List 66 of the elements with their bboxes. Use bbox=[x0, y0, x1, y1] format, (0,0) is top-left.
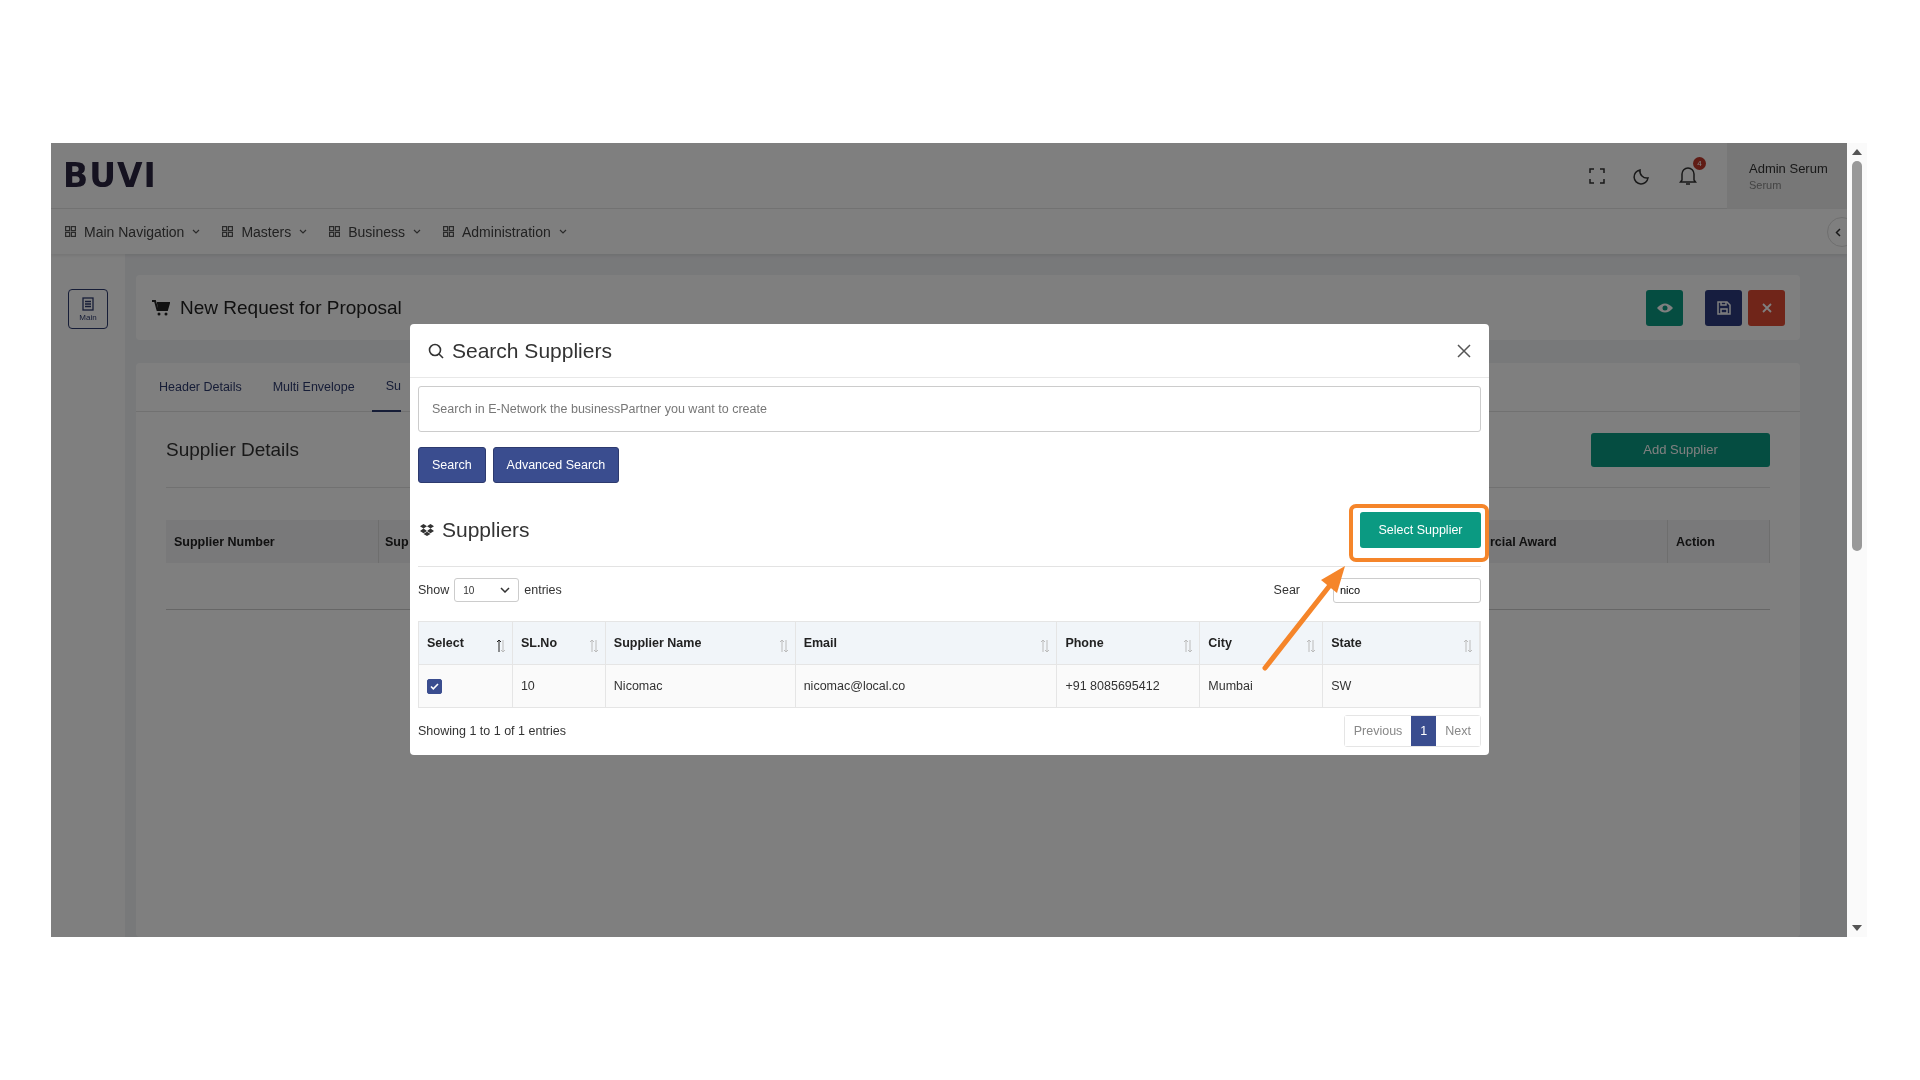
search-button[interactable]: Advanced Search bbox=[492, 447, 620, 483]
entries-info: Showing 1 to 1 of 1 entries bbox=[418, 724, 566, 738]
moon-icon[interactable] bbox=[1633, 166, 1651, 185]
scroll-up-icon[interactable] bbox=[1852, 149, 1862, 155]
chevron-down-icon bbox=[413, 229, 421, 234]
grid-icon bbox=[443, 226, 454, 237]
dropbox-icon bbox=[420, 523, 434, 536]
search-button[interactable]: Search bbox=[418, 447, 486, 483]
show-label: Show bbox=[418, 583, 450, 597]
suppliers-heading: Suppliers bbox=[442, 517, 530, 542]
close-button[interactable] bbox=[1748, 289, 1785, 326]
chevron-down-icon bbox=[192, 229, 201, 234]
search-field[interactable]: Search in E-Network the businessPartner you want to create bbox=[418, 386, 1481, 432]
main-button[interactable]: Main bbox=[68, 289, 108, 329]
table-cell: 10 bbox=[512, 665, 606, 707]
fullscreen-icon[interactable] bbox=[1589, 167, 1605, 184]
section-title: Supplier Details bbox=[166, 438, 300, 461]
bell-icon[interactable] bbox=[1679, 165, 1697, 186]
tab[interactable]: Multi Envelope bbox=[272, 362, 355, 412]
table-cell: Mumbai bbox=[1200, 665, 1324, 707]
row-checkbox[interactable] bbox=[427, 678, 442, 694]
nav-menu-item[interactable]: Business bbox=[329, 223, 421, 240]
column-header: Action bbox=[1668, 520, 1770, 563]
nav-menu-item[interactable]: Administration bbox=[443, 223, 567, 240]
close-icon bbox=[1761, 302, 1772, 313]
tab[interactable]: Header Details bbox=[159, 362, 242, 412]
save-icon bbox=[1716, 300, 1731, 315]
search-icon bbox=[428, 342, 444, 359]
close-icon[interactable] bbox=[1457, 343, 1471, 358]
chevron-down-icon bbox=[299, 229, 308, 234]
document-icon bbox=[82, 296, 94, 311]
page-title: New Request for Proposal bbox=[180, 296, 402, 319]
scrollbar-thumb[interactable] bbox=[1852, 161, 1862, 551]
table-cell: +91 8085695412 bbox=[1057, 665, 1201, 707]
chevron-down-icon bbox=[558, 229, 567, 234]
column-header: Supplier Number bbox=[166, 520, 379, 563]
user-name[interactable]: Admin Serum bbox=[1749, 160, 1847, 176]
table-cell: SW bbox=[1323, 665, 1480, 707]
filter-field[interactable]: nico bbox=[1333, 577, 1481, 603]
view-button[interactable] bbox=[1646, 289, 1683, 326]
select-supplier-button[interactable]: Select Supplier bbox=[1360, 511, 1481, 548]
grid-icon bbox=[65, 226, 76, 237]
nav-menu-item[interactable]: Masters bbox=[222, 223, 308, 240]
entries-label: entries bbox=[524, 583, 562, 597]
chevron-down-icon bbox=[500, 587, 511, 593]
pagination-button[interactable]: 1 bbox=[1411, 716, 1437, 746]
tab[interactable]: Su bbox=[371, 362, 401, 412]
notification-badge: 4 bbox=[1693, 156, 1706, 170]
save-button[interactable] bbox=[1705, 289, 1742, 326]
table-cell: nicomac@local.co bbox=[795, 665, 1058, 707]
column-header: rcial Award bbox=[1489, 520, 1668, 563]
table-cell: Nicomac bbox=[605, 665, 796, 707]
nav-menu-item[interactable]: Main Navigation bbox=[65, 223, 201, 240]
chevron-left-icon bbox=[1835, 227, 1841, 237]
logo: BUVI bbox=[63, 156, 157, 195]
eye-icon bbox=[1656, 302, 1673, 313]
scroll-down-icon[interactable] bbox=[1852, 925, 1862, 931]
grid-icon bbox=[222, 226, 234, 237]
grid-icon bbox=[329, 226, 341, 237]
dialog-title: Search Suppliers bbox=[452, 338, 612, 363]
checkmark-icon bbox=[430, 682, 439, 690]
cart-icon bbox=[152, 299, 170, 316]
scrollbar[interactable] bbox=[1847, 143, 1867, 937]
page-size-select[interactable]: 10 bbox=[454, 578, 520, 602]
add-supplier-button[interactable]: Add Supplier bbox=[1591, 432, 1770, 467]
search-label: Sear bbox=[1273, 583, 1300, 597]
